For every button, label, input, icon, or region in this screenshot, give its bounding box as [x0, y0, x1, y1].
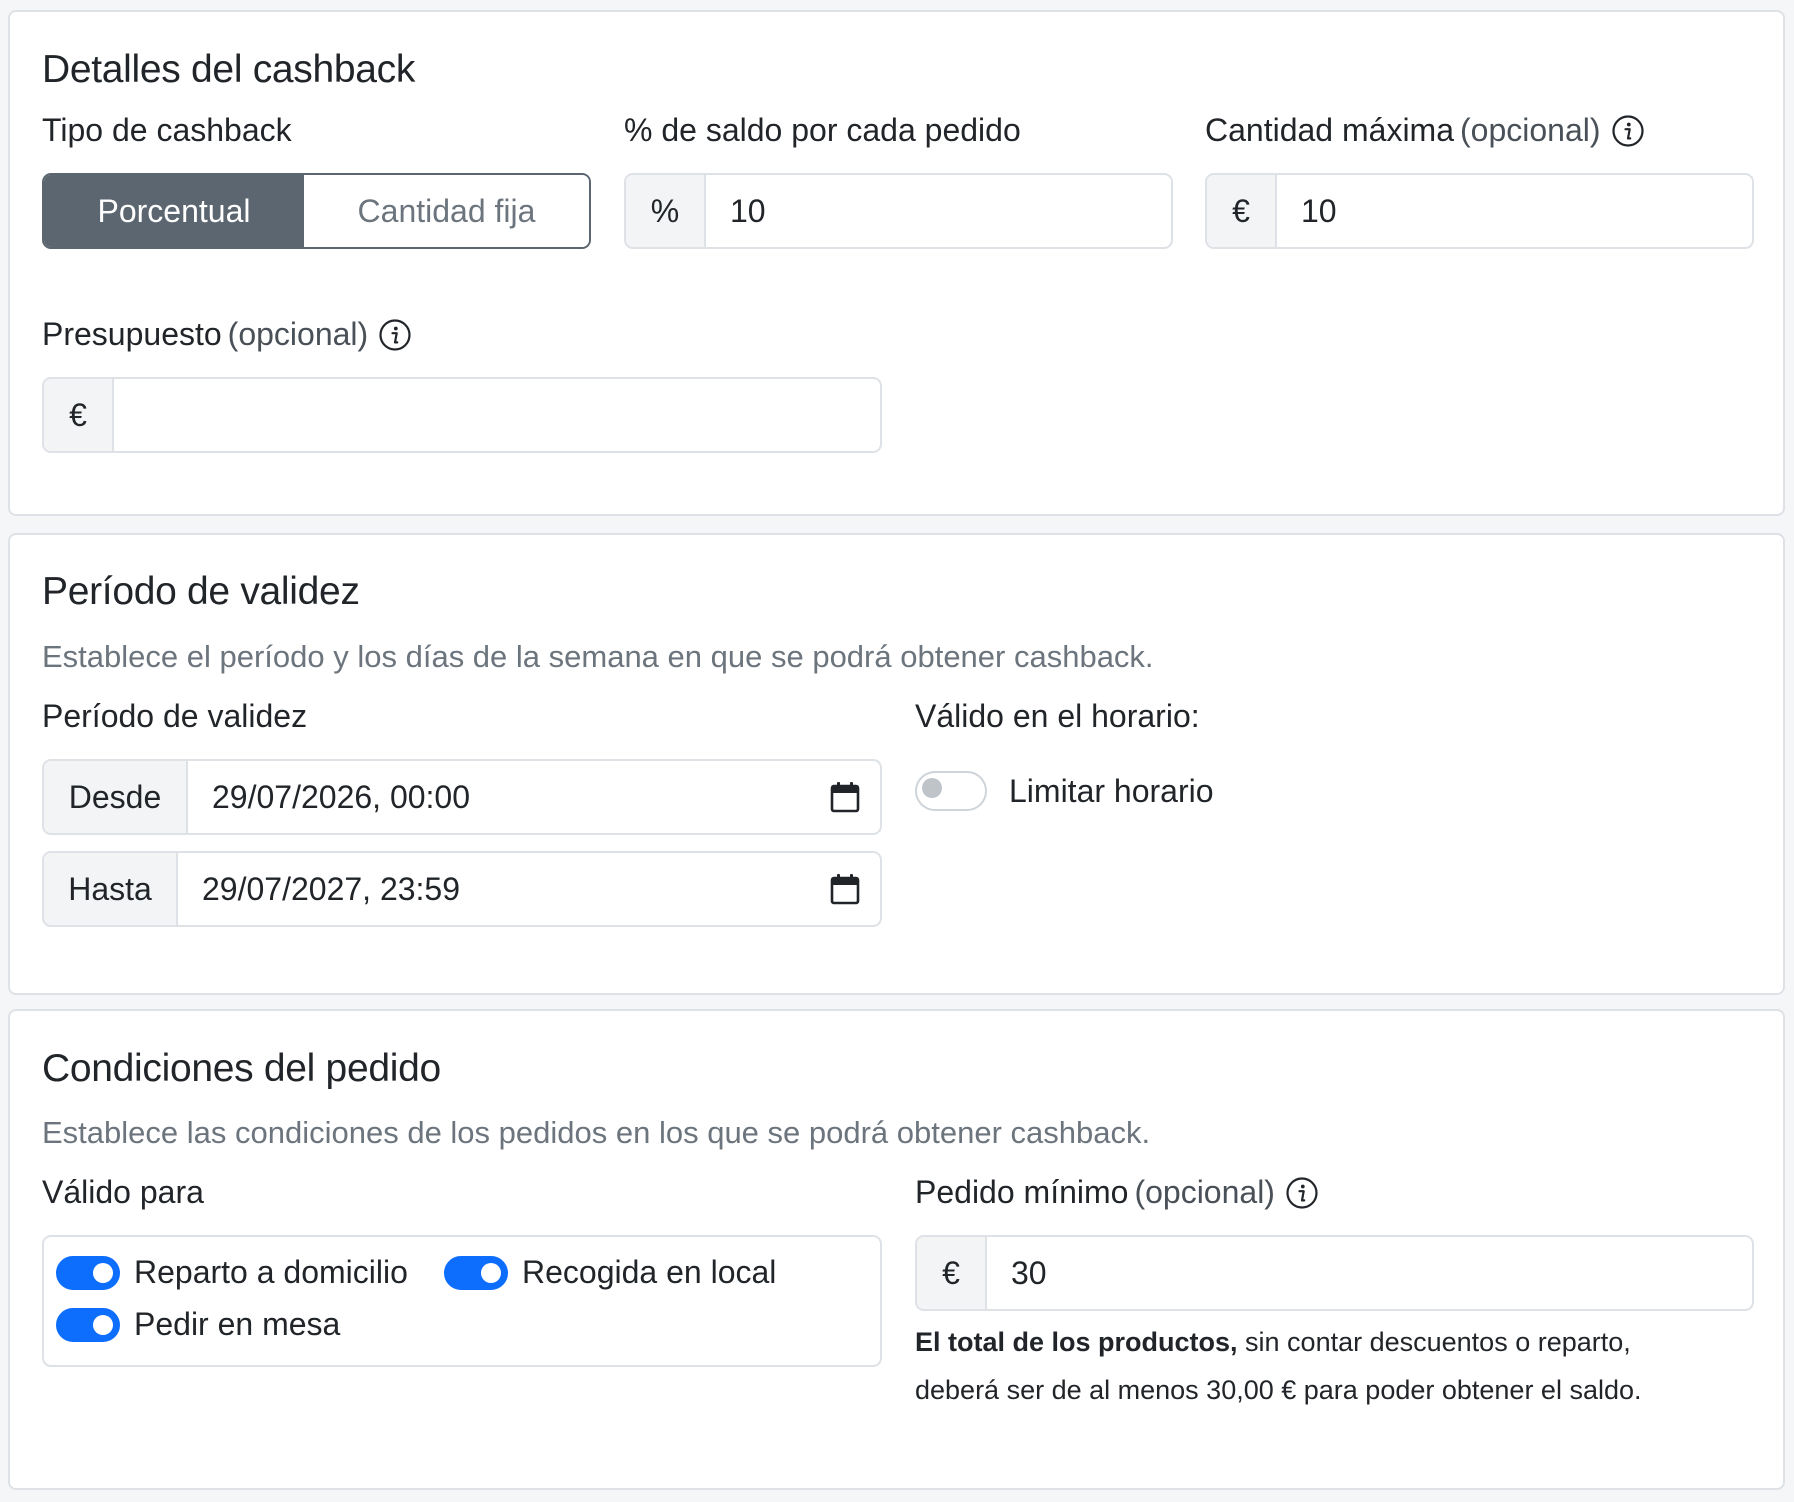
pedir-mesa-label: Pedir en mesa: [134, 1306, 341, 1342]
order-conditions-card: Condiciones del pedido Establece las con…: [8, 1009, 1785, 1490]
min-order-help-line2: deberá ser de al menos 30,00 € para pode…: [915, 1375, 1642, 1405]
percent-input[interactable]: 10: [706, 175, 1171, 247]
info-circle-icon[interactable]: [378, 318, 412, 352]
from-date-input-group: Desde 29/07/2026, 00:00: [42, 759, 882, 835]
conditions-title: Condiciones del pedido: [42, 1047, 441, 1090]
max-amount-label-text: Cantidad máxima: [1205, 112, 1454, 148]
schedule-label: Válido en el horario:: [915, 698, 1200, 735]
percent-label: % de saldo por cada pedido: [624, 112, 1021, 149]
option-recogida-local[interactable]: Recogida en local: [444, 1254, 776, 1291]
budget-label: Presupuesto (opcional): [42, 316, 412, 353]
cashback-details-card: Detalles del cashback Tipo de cashback P…: [8, 10, 1785, 516]
validity-subtitle: Establece el período y los días de la se…: [42, 639, 1154, 674]
limit-schedule-label: Limitar horario: [1009, 772, 1214, 809]
min-order-addon: €: [917, 1237, 987, 1309]
valid-for-options-box: Reparto a domicilio Recogida en local Pe…: [42, 1235, 882, 1367]
limit-schedule-toggle-row: Limitar horario: [915, 771, 1214, 811]
recogida-local-label: Recogida en local: [522, 1254, 777, 1290]
cashback-type-label-text: Tipo de cashback: [42, 112, 292, 148]
percent-input-group: % 10: [624, 173, 1173, 249]
min-order-help-line1: El total de los productos, sin contar de…: [915, 1318, 1754, 1366]
percent-label-text: % de saldo por cada pedido: [624, 112, 1021, 148]
period-label: Período de validez: [42, 698, 307, 735]
calendar-icon[interactable]: [830, 873, 860, 905]
to-date-value: 29/07/2027, 23:59: [202, 870, 461, 907]
from-addon: Desde: [44, 761, 188, 833]
min-order-optional-text: (opcional): [1134, 1174, 1275, 1210]
limit-schedule-switch[interactable]: [915, 771, 987, 811]
pedir-mesa-switch[interactable]: [56, 1307, 120, 1342]
budget-label-text: Presupuesto: [42, 316, 222, 352]
from-date-value: 29/07/2026, 00:00: [212, 778, 471, 815]
validity-title: Período de validez: [42, 570, 360, 613]
budget-optional-text: (opcional): [227, 316, 369, 352]
max-amount-addon: €: [1207, 175, 1277, 247]
reparto-domicilio-label: Reparto a domicilio: [134, 1254, 408, 1290]
calendar-icon[interactable]: [830, 781, 860, 813]
max-amount-input-group: € 10: [1205, 173, 1754, 249]
budget-input[interactable]: [114, 379, 880, 451]
min-order-label-text: Pedido mínimo: [915, 1174, 1129, 1210]
budget-input-group: €: [42, 377, 882, 453]
to-date-input-group: Hasta 29/07/2027, 23:59: [42, 851, 882, 927]
max-amount-input-value: 10: [1301, 192, 1337, 229]
min-order-input-value: 30: [1011, 1254, 1047, 1291]
min-order-help-bold: El total de los productos,: [915, 1327, 1238, 1357]
option-pedir-mesa[interactable]: Pedir en mesa: [56, 1306, 340, 1343]
cashback-type-segmented-control: Porcentual Cantidad fija: [42, 173, 591, 249]
type-option-cantidad-fija[interactable]: Cantidad fija: [304, 175, 589, 247]
min-order-input-group: € 30: [915, 1235, 1754, 1311]
schedule-label-text: Válido en el horario:: [915, 698, 1200, 734]
from-date-input[interactable]: 29/07/2026, 00:00: [188, 761, 880, 833]
min-order-label: Pedido mínimo (opcional): [915, 1174, 1319, 1211]
reparto-domicilio-switch[interactable]: [56, 1255, 120, 1290]
cashback-details-title: Detalles del cashback: [42, 48, 416, 91]
max-amount-optional-text: (opcional): [1460, 112, 1601, 148]
percent-input-value: 10: [730, 192, 766, 229]
max-amount-input[interactable]: 10: [1277, 175, 1752, 247]
min-order-help-text: El total de los productos, sin contar de…: [915, 1318, 1754, 1414]
validity-period-card: Período de validez Establece el período …: [8, 533, 1785, 995]
type-option-porcentual[interactable]: Porcentual: [44, 175, 304, 247]
budget-addon: €: [44, 379, 114, 451]
max-amount-label: Cantidad máxima (opcional): [1205, 112, 1645, 149]
min-order-help-line1-rest: sin contar descuentos o reparto,: [1237, 1327, 1631, 1357]
valid-for-label: Válido para: [42, 1174, 204, 1211]
to-addon: Hasta: [44, 853, 178, 925]
recogida-local-switch[interactable]: [444, 1255, 508, 1290]
valid-for-label-text: Válido para: [42, 1174, 204, 1210]
to-date-input[interactable]: 29/07/2027, 23:59: [178, 853, 880, 925]
period-label-text: Período de validez: [42, 698, 308, 734]
info-circle-icon[interactable]: [1285, 1176, 1319, 1210]
cashback-type-label: Tipo de cashback: [42, 112, 292, 149]
percent-addon: %: [626, 175, 706, 247]
option-reparto-domicilio[interactable]: Reparto a domicilio: [56, 1254, 408, 1291]
min-order-input[interactable]: 30: [987, 1237, 1752, 1309]
conditions-subtitle: Establece las condiciones de los pedidos…: [42, 1115, 1151, 1150]
info-circle-icon[interactable]: [1611, 114, 1645, 148]
